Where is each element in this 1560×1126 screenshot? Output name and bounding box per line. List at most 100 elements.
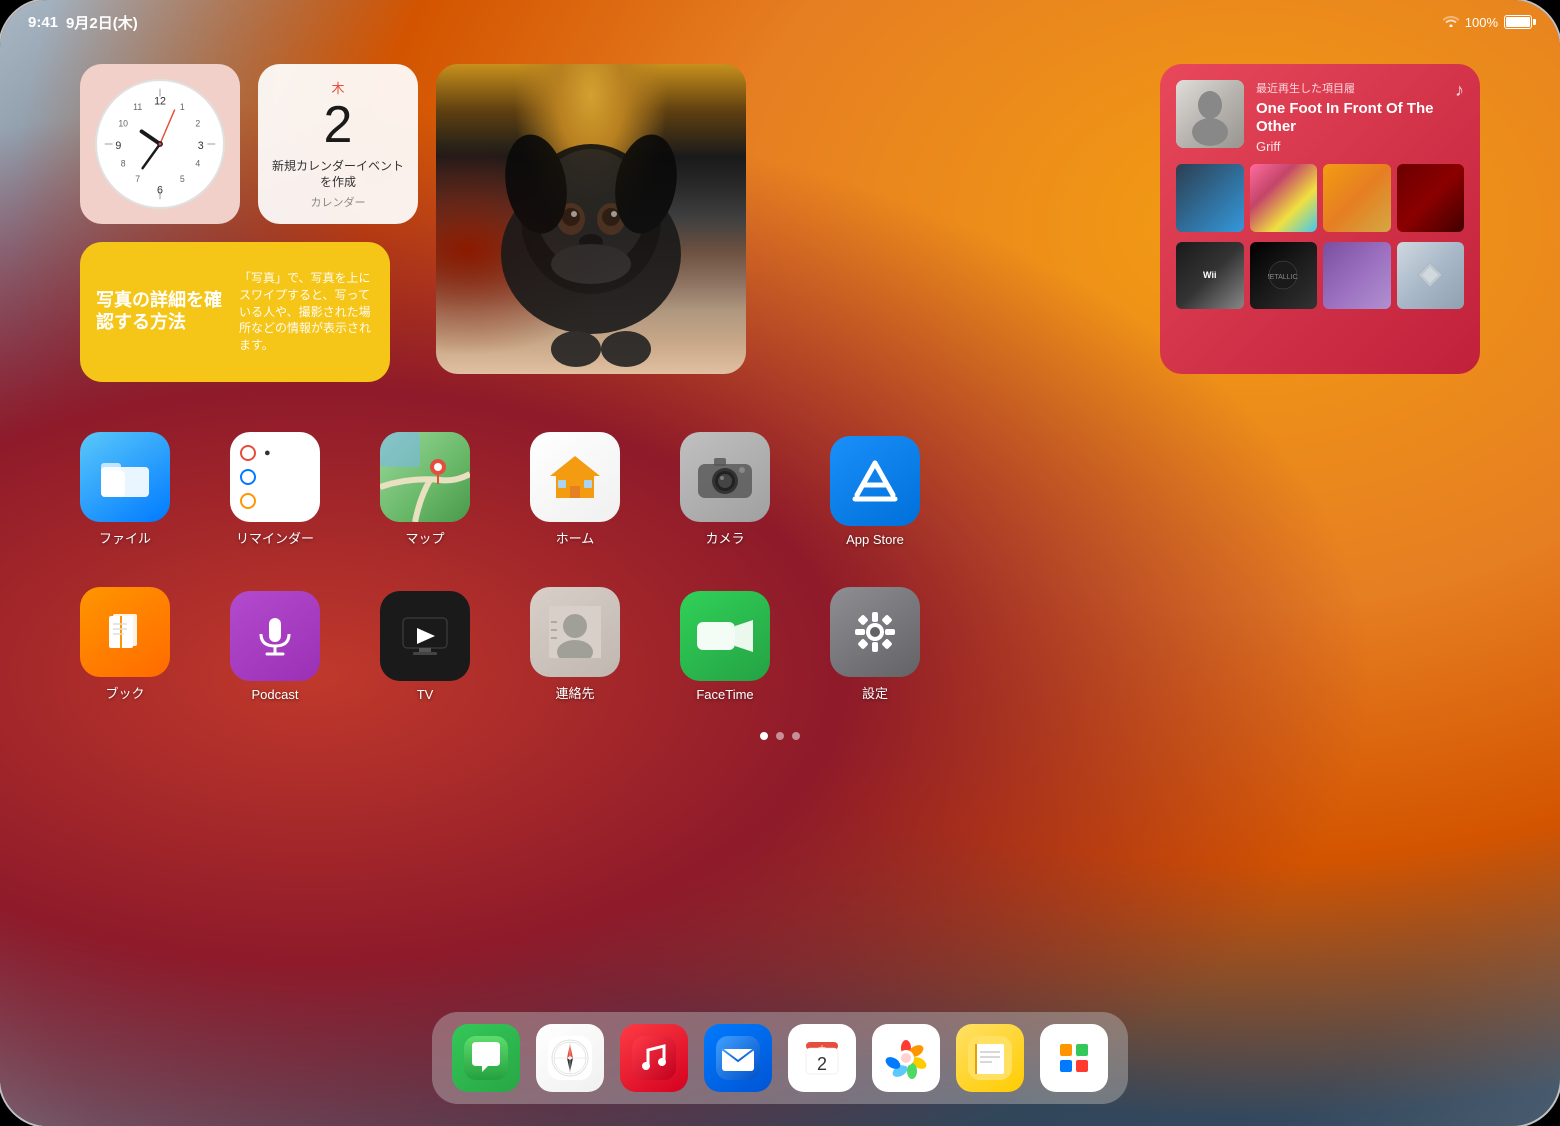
contacts-icon bbox=[530, 587, 620, 677]
album-1 bbox=[1176, 164, 1244, 232]
dock: 2 木 bbox=[432, 1012, 1128, 1104]
dock-freeform[interactable] bbox=[1040, 1024, 1108, 1092]
music-album-grid-2: Wii METALLICA bbox=[1176, 242, 1464, 310]
album-6: METALLICA bbox=[1250, 242, 1318, 310]
page-dot-3[interactable] bbox=[792, 732, 800, 740]
tips-description: 「写真」で、写真を上にスワイプすると、写っている人や、撮影された場所などの情報が… bbox=[239, 270, 374, 354]
svg-text:10: 10 bbox=[118, 119, 128, 129]
calendar-day-number: 2 bbox=[272, 99, 404, 151]
page-dots bbox=[0, 732, 1560, 740]
photo-widget[interactable] bbox=[436, 64, 746, 374]
status-bar: 9:41 9月2日(木) 100% bbox=[0, 0, 1560, 44]
calendar-widget[interactable]: 木 2 新規カレンダーイベントを作成 カレンダー bbox=[258, 64, 418, 224]
podcasts-icon bbox=[230, 591, 320, 681]
dock-mail[interactable] bbox=[704, 1024, 772, 1092]
books-icon bbox=[80, 587, 170, 677]
svg-text:5: 5 bbox=[180, 174, 185, 184]
apps-area: ファイル ● bbox=[0, 382, 1560, 702]
app-tv[interactable]: TV bbox=[380, 591, 470, 702]
svg-text:木: 木 bbox=[818, 1044, 826, 1054]
podcasts-label: Podcast bbox=[252, 687, 299, 702]
music-album-art bbox=[1176, 80, 1244, 148]
page-dot-1[interactable] bbox=[760, 732, 768, 740]
appstore-label: App Store bbox=[846, 532, 904, 547]
maps-icon bbox=[380, 432, 470, 522]
svg-text:3: 3 bbox=[198, 140, 204, 152]
reminder-dot-orange bbox=[240, 493, 256, 509]
app-settings[interactable]: 設定 bbox=[830, 587, 920, 702]
reminders-label: リマインダー bbox=[236, 528, 314, 547]
music-album-grid-1 bbox=[1176, 164, 1464, 232]
dock-calendar[interactable]: 2 木 bbox=[788, 1024, 856, 1092]
camera-icon bbox=[680, 432, 770, 522]
battery-percent: 100% bbox=[1465, 15, 1498, 30]
files-label: ファイル bbox=[99, 528, 151, 547]
battery-icon bbox=[1504, 15, 1532, 29]
books-label: ブック bbox=[105, 683, 144, 702]
wifi-icon bbox=[1443, 15, 1459, 30]
svg-text:6: 6 bbox=[157, 184, 163, 196]
svg-text:7: 7 bbox=[135, 174, 140, 184]
status-time: 9:41 bbox=[28, 14, 58, 31]
app-contacts[interactable]: 連絡先 bbox=[530, 587, 620, 702]
app-files[interactable]: ファイル bbox=[80, 432, 170, 547]
reminders-icon: ● bbox=[230, 432, 320, 522]
settings-label: 設定 bbox=[862, 683, 888, 702]
music-header-row: 最近再生した項目履 One Foot In Front Of The Other… bbox=[1176, 80, 1464, 154]
dock-music[interactable] bbox=[620, 1024, 688, 1092]
app-books[interactable]: ブック bbox=[80, 587, 170, 702]
album-8 bbox=[1397, 242, 1465, 310]
album-2 bbox=[1250, 164, 1318, 232]
calendar-event: 新規カレンダーイベントを作成 bbox=[272, 159, 404, 190]
dock-messages[interactable] bbox=[452, 1024, 520, 1092]
home-label: ホーム bbox=[556, 528, 595, 547]
music-info: 最近再生した項目履 One Foot In Front Of The Other… bbox=[1256, 80, 1464, 154]
reminder-dot-red bbox=[240, 445, 256, 461]
app-facetime[interactable]: FaceTime bbox=[680, 591, 770, 702]
app-podcasts[interactable]: Podcast bbox=[230, 591, 320, 702]
svg-text:METALLICA: METALLICA bbox=[1268, 274, 1298, 281]
tips-title: 写真の詳細を確認する方法 bbox=[96, 290, 231, 333]
calendar-day-name: 木 bbox=[272, 78, 404, 97]
app-camera[interactable]: カメラ bbox=[680, 432, 770, 547]
svg-text:4: 4 bbox=[195, 158, 200, 168]
dock-safari[interactable] bbox=[536, 1024, 604, 1092]
home-content: 12 3 6 9 1 2 4 5 7 8 10 bbox=[0, 44, 1560, 1126]
page-dot-2[interactable] bbox=[776, 732, 784, 740]
top-small-widgets: 12 3 6 9 1 2 4 5 7 8 10 bbox=[80, 64, 418, 224]
appstore-icon bbox=[830, 436, 920, 526]
calendar-label: カレンダー bbox=[272, 194, 404, 210]
widgets-area: 12 3 6 9 1 2 4 5 7 8 10 bbox=[0, 44, 1560, 382]
app-home[interactable]: ホーム bbox=[530, 432, 620, 547]
reminder-dot-blue bbox=[240, 469, 256, 485]
facetime-icon bbox=[680, 591, 770, 681]
left-widgets: 12 3 6 9 1 2 4 5 7 8 10 bbox=[80, 64, 418, 382]
app-row-2: ブック Podcast bbox=[80, 587, 1480, 702]
album-7 bbox=[1323, 242, 1391, 310]
camera-label: カメラ bbox=[705, 528, 744, 547]
settings-icon bbox=[830, 587, 920, 677]
tv-icon bbox=[380, 591, 470, 681]
files-icon bbox=[80, 432, 170, 522]
dock-photos[interactable] bbox=[872, 1024, 940, 1092]
home-icon bbox=[530, 432, 620, 522]
dock-notes[interactable] bbox=[956, 1024, 1024, 1092]
svg-text:8: 8 bbox=[121, 158, 126, 168]
clock-widget[interactable]: 12 3 6 9 1 2 4 5 7 8 10 bbox=[80, 64, 240, 224]
music-note-icon: ♪ bbox=[1455, 80, 1464, 101]
maps-label: マップ bbox=[405, 528, 444, 547]
svg-text:2: 2 bbox=[817, 1054, 827, 1074]
ipad-frame: 9:41 9月2日(木) 100% bbox=[0, 0, 1560, 1126]
music-widget[interactable]: 最近再生した項目履 One Foot In Front Of The Other… bbox=[1160, 64, 1480, 374]
svg-text:9: 9 bbox=[115, 140, 121, 152]
contacts-label: 連絡先 bbox=[555, 683, 594, 702]
svg-text:12: 12 bbox=[154, 95, 166, 107]
app-maps[interactable]: マップ bbox=[380, 432, 470, 547]
app-reminders[interactable]: ● リマインダー bbox=[230, 432, 320, 547]
app-row-1: ファイル ● bbox=[80, 432, 1480, 547]
clock-face: 12 3 6 9 1 2 4 5 7 8 10 bbox=[95, 79, 225, 209]
app-appstore[interactable]: App Store bbox=[830, 436, 920, 547]
tips-widget[interactable]: 写真の詳細を確認する方法 「写真」で、写真を上にスワイプすると、写っている人や、… bbox=[80, 242, 390, 382]
tv-label: TV bbox=[417, 687, 434, 702]
album-3 bbox=[1323, 164, 1391, 232]
